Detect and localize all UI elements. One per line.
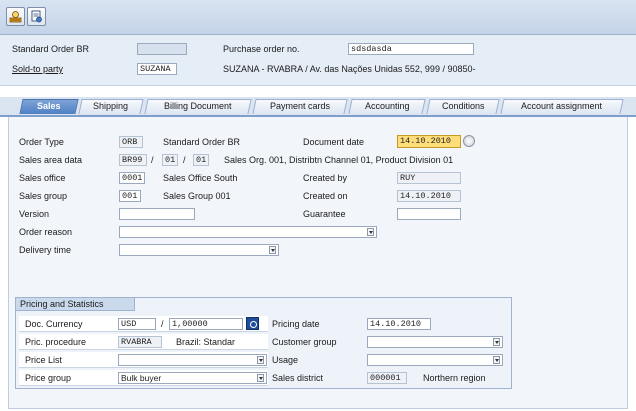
tab-billing-document[interactable]: Billing Document (144, 99, 252, 114)
dropdown-arrow-icon (493, 338, 500, 346)
doc-currency-field[interactable]: USD (118, 318, 156, 330)
version-field[interactable] (119, 208, 195, 220)
price-group-label: Price group (25, 373, 72, 383)
order-header-area: Standard Order BR Purchase order no. sds… (0, 35, 636, 86)
tab-strip: Sales Shipping Billing Document Payment … (0, 97, 636, 117)
dropdown-arrow-icon (257, 356, 264, 364)
customer-group-label: Customer group (272, 337, 337, 347)
pricing-procedure-label: Pric. procedure (25, 337, 87, 347)
version-label: Version (19, 209, 50, 219)
order-type-label: Order Type (19, 137, 64, 147)
customer-group-dropdown[interactable] (367, 336, 503, 348)
document-flow-button[interactable] (27, 7, 46, 26)
sales-office-description: Sales Office South (163, 173, 238, 183)
created-on-field: 14.10.2010 (397, 190, 461, 202)
tab-shipping[interactable]: Shipping (78, 99, 144, 114)
sales-area-description: Sales Org. 001, Distribtn Channel 01, Pr… (224, 155, 454, 165)
dropdown-arrow-icon (269, 246, 276, 254)
order-type-description: Standard Order BR (163, 137, 241, 147)
guarantee-label: Guarantee (303, 209, 346, 219)
user-display-icon (9, 11, 22, 23)
delivery-time-label: Delivery time (19, 245, 72, 255)
order-type-field: ORB (119, 136, 143, 148)
purchase-order-label: Purchase order no. (223, 44, 300, 54)
distribution-channel-field: 01 (162, 154, 178, 166)
sales-area-label: Sales area data (19, 155, 83, 165)
separator: / (161, 319, 164, 329)
sales-district-description: Northern region (423, 373, 486, 383)
sales-district-field: 000001 (367, 372, 407, 384)
guarantee-field[interactable] (397, 208, 461, 220)
sales-group-label: Sales group (19, 191, 68, 201)
pricing-date-field[interactable]: 14.10.2010 (367, 318, 431, 330)
tab-accounting[interactable]: Accounting (348, 99, 426, 114)
separator: / (151, 155, 154, 165)
tab-conditions[interactable]: Conditions (426, 99, 500, 114)
sales-group-description: Sales Group 001 (163, 191, 231, 201)
display-header-button[interactable] (6, 7, 25, 26)
order-reason-label: Order reason (19, 227, 73, 237)
price-list-dropdown[interactable] (118, 354, 267, 366)
sold-to-party-label[interactable]: Sold-to party (12, 64, 63, 74)
document-flow-icon (31, 10, 42, 23)
pricing-procedure-description: Brazil: Standar (176, 337, 236, 347)
tab-payment-cards[interactable]: Payment cards (252, 99, 348, 114)
calendar-picker-icon[interactable] (463, 135, 475, 147)
created-by-label: Created by (303, 173, 348, 183)
standard-order-field[interactable] (137, 43, 187, 55)
pricing-date-label: Pricing date (272, 319, 320, 329)
usage-label: Usage (272, 355, 299, 365)
sales-office-field[interactable]: 0001 (119, 172, 145, 184)
exchange-rate-icon[interactable] (246, 317, 259, 330)
price-group-dropdown[interactable]: Bulk buyer (118, 372, 267, 384)
purchase-order-field[interactable]: sdsdasda (348, 43, 474, 55)
document-date-label: Document date (303, 137, 365, 147)
tab-account-assignment[interactable]: Account assignment (500, 99, 624, 114)
dropdown-arrow-icon (367, 228, 374, 236)
application-toolbar (0, 0, 636, 35)
order-reason-dropdown[interactable] (119, 226, 377, 238)
doc-currency-label: Doc. Currency (25, 319, 83, 329)
usage-dropdown[interactable] (367, 354, 503, 366)
created-on-label: Created on (303, 191, 348, 201)
sold-to-party-field[interactable]: SUZANA (137, 63, 177, 75)
price-list-label: Price List (25, 355, 63, 365)
standard-order-label: Standard Order BR (12, 44, 90, 54)
sales-office-label: Sales office (19, 173, 66, 183)
sales-org-field: BR99 (119, 154, 147, 166)
sales-district-label: Sales district (272, 373, 324, 383)
separator: / (183, 155, 186, 165)
division-field: 01 (193, 154, 209, 166)
sold-to-party-description: SUZANA - RVABRA / Av. das Nações Unidas … (223, 64, 476, 74)
sales-group-field[interactable]: 001 (119, 190, 141, 202)
exchange-rate-field[interactable]: 1,00000 (169, 318, 243, 330)
pricing-statistics-title: Pricing and Statistics (15, 297, 135, 311)
created-by-field: RUY (397, 172, 461, 184)
tab-sales[interactable]: Sales (19, 99, 79, 114)
pricing-procedure-field: RVABRA (118, 336, 162, 348)
dropdown-arrow-icon (257, 374, 264, 382)
document-date-field[interactable]: 14.10.2010 (397, 135, 461, 148)
delivery-time-dropdown[interactable] (119, 244, 279, 256)
dropdown-arrow-icon (493, 356, 500, 364)
